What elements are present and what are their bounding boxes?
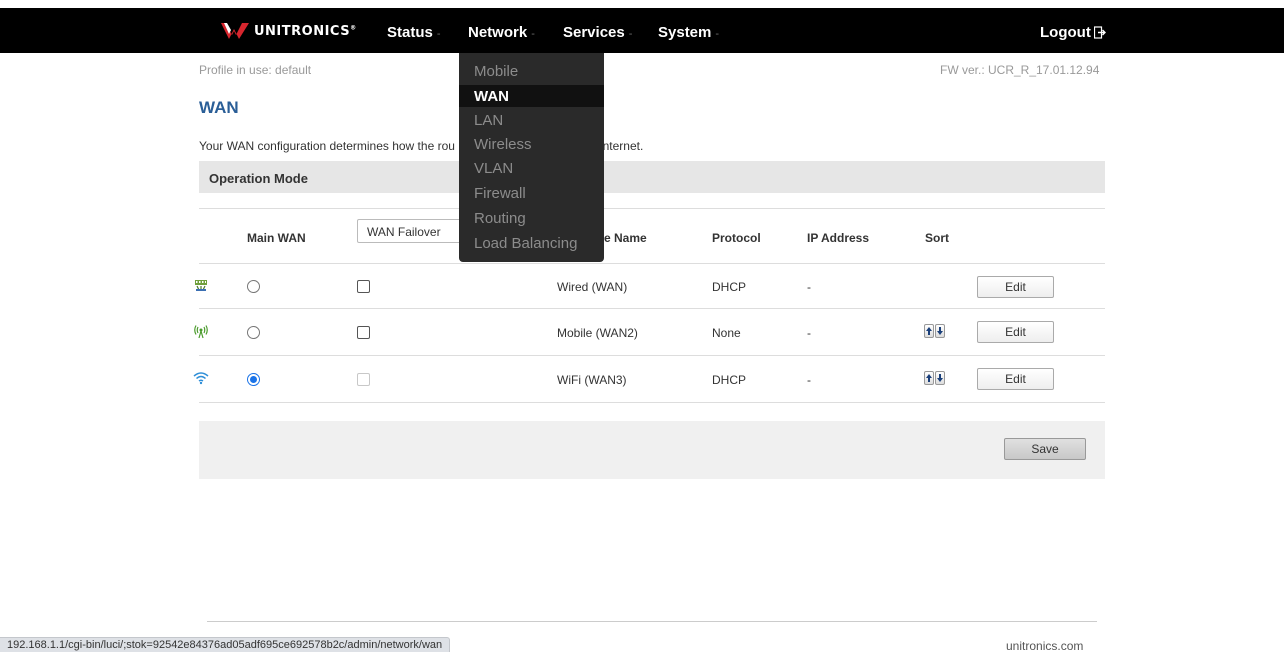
- sort-down-button[interactable]: [935, 371, 945, 385]
- header-ip-address: IP Address: [807, 231, 870, 245]
- nav-network[interactable]: Network -: [468, 24, 535, 41]
- edit-button-wifi[interactable]: Edit: [977, 368, 1054, 390]
- menu-item-routing[interactable]: Routing: [474, 210, 526, 227]
- arrow-up-icon: [926, 374, 932, 382]
- menu-item-firewall[interactable]: Firewall: [474, 185, 526, 202]
- nav-services[interactable]: Services -: [563, 24, 632, 41]
- ip-address-value: -: [807, 373, 811, 387]
- header-sort: Sort: [925, 231, 949, 245]
- nav-system[interactable]: System -: [658, 24, 719, 41]
- header-main-wan: Main WAN: [247, 231, 306, 245]
- interface-name: Wired (WAN): [557, 280, 628, 294]
- menu-item-lan[interactable]: LAN: [474, 112, 503, 129]
- protocol-value: None: [712, 326, 741, 340]
- menu-item-mobile[interactable]: Mobile: [474, 63, 518, 80]
- wired-icon: [195, 280, 207, 291]
- sort-up-button[interactable]: [924, 371, 934, 385]
- logout-label: Logout: [1040, 24, 1091, 41]
- header-interface-name: e Name: [604, 231, 647, 245]
- nav-status[interactable]: Status -: [387, 24, 441, 41]
- top-navigation-bar: UNITRONICS® Status - Network - Services - S…: [0, 8, 1284, 53]
- unitronics-logo-icon: [221, 23, 249, 39]
- backup-checkbox-wifi: [357, 373, 370, 386]
- table-bottom-divider: [199, 402, 1105, 403]
- protocol-value: DHCP: [712, 280, 747, 294]
- operation-mode-header: Operation Mode: [199, 161, 1105, 193]
- menu-item-wan[interactable]: WAN: [474, 88, 509, 105]
- nav-services-label: Services: [563, 24, 625, 41]
- nav-status-label: Status: [387, 24, 433, 41]
- wifi-icon: [193, 372, 209, 385]
- chevron-down-icon: -: [531, 28, 535, 40]
- network-dropdown-menu: Mobile WAN LAN Wireless VLAN Firewall Ro…: [459, 53, 604, 262]
- arrow-up-icon: [926, 327, 932, 335]
- menu-item-wireless[interactable]: Wireless: [474, 136, 532, 153]
- chevron-down-icon: -: [628, 28, 633, 40]
- logout-icon: [1093, 26, 1106, 39]
- wan-mode-select[interactable]: WAN Failover: [357, 219, 467, 243]
- unitronics-logo[interactable]: UNITRONICS®: [220, 19, 357, 43]
- arrow-down-icon: [937, 327, 943, 335]
- chevron-down-icon: -: [715, 28, 720, 40]
- nav-network-label: Network: [468, 24, 528, 41]
- arrow-down-icon: [937, 374, 943, 382]
- edit-button-wired[interactable]: Edit: [977, 276, 1054, 298]
- save-button[interactable]: Save: [1004, 438, 1086, 460]
- interface-name: Mobile (WAN2): [557, 326, 638, 340]
- footer-divider: [207, 621, 1097, 622]
- backup-checkbox-wired[interactable]: [357, 280, 370, 293]
- nav-system-label: System: [658, 24, 712, 41]
- sort-up-button[interactable]: [924, 324, 934, 338]
- section-title: Operation Mode: [209, 171, 308, 186]
- description-start: Your WAN configuration determines how th…: [199, 139, 455, 153]
- row-divider: [199, 355, 1105, 356]
- ip-address-value: -: [807, 280, 811, 294]
- interface-name: WiFi (WAN3): [557, 373, 627, 387]
- menu-item-vlan[interactable]: VLAN: [474, 160, 513, 177]
- form-actions-bar: Save: [199, 421, 1105, 479]
- row-divider: [199, 308, 1105, 309]
- menu-item-load-balancing[interactable]: Load Balancing: [474, 235, 577, 252]
- page-title: WAN: [199, 98, 239, 117]
- backup-checkbox-mobile[interactable]: [357, 326, 370, 339]
- logout-button[interactable]: Logout: [1040, 24, 1106, 41]
- ip-address-value: -: [807, 326, 811, 340]
- table-top-divider: [199, 208, 1105, 209]
- main-wan-radio-wired[interactable]: [247, 280, 260, 293]
- profile-in-use: Profile in use: default: [199, 63, 312, 77]
- chevron-down-icon: -: [436, 28, 441, 40]
- sort-down-button[interactable]: [935, 324, 945, 338]
- sort-controls: [924, 371, 945, 385]
- main-wan-radio-mobile[interactable]: [247, 326, 260, 339]
- protocol-value: DHCP: [712, 373, 747, 387]
- edit-button-mobile[interactable]: Edit: [977, 321, 1054, 343]
- brand-registered-mark: ®: [350, 24, 357, 32]
- table-header-divider: [199, 263, 1105, 264]
- firmware-version: FW ver.: UCR_R_17.01.12.94: [940, 63, 1100, 77]
- header-protocol: Protocol: [712, 231, 761, 245]
- mobile-signal-icon: [194, 325, 208, 339]
- main-wan-radio-wifi[interactable]: [247, 373, 260, 386]
- sort-controls: [924, 324, 945, 338]
- browser-status-url: 192.168.1.1/cgi-bin/luci/;stok=92542e843…: [0, 637, 451, 652]
- brand-name: UNITRONICS: [254, 23, 351, 39]
